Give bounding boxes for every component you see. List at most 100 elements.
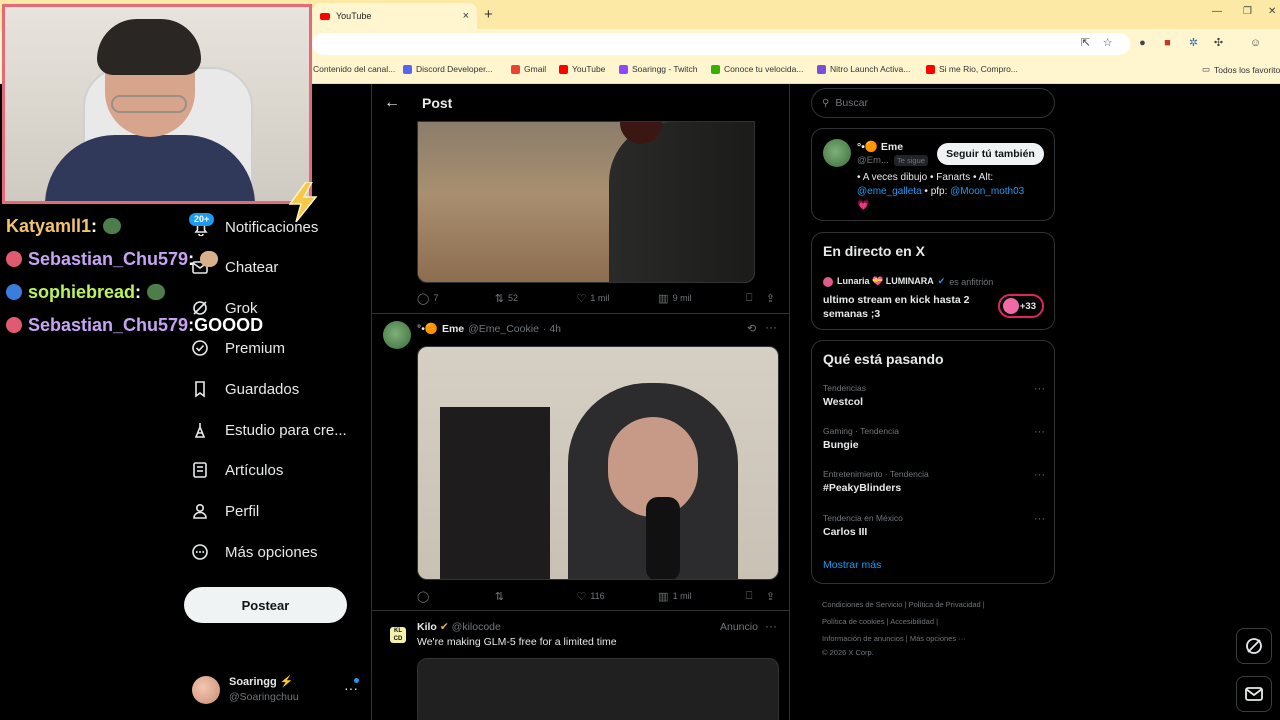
close-window-icon[interactable]: ✕	[1268, 6, 1276, 17]
grok-icon[interactable]: ⟲	[747, 322, 756, 335]
reply-button[interactable]: ◯	[417, 590, 495, 603]
puzzle-icon[interactable]: ✣	[1212, 37, 1225, 50]
like-button[interactable]: ♡ 116	[576, 590, 658, 603]
tab-close-button[interactable]: ×	[463, 10, 469, 22]
bookmark-button[interactable]: ⎕	[746, 292, 766, 305]
install-app-icon[interactable]: ⇱	[1079, 37, 1092, 50]
search-placeholder: Buscar	[835, 97, 869, 109]
author-name[interactable]: Eme	[442, 323, 464, 335]
new-tab-button[interactable]: +	[484, 6, 493, 23]
trend-item[interactable]: Tendencias Westcol ···	[823, 383, 1045, 408]
retweet-button[interactable]: ⇅	[495, 590, 577, 603]
chat-emote-icon	[147, 284, 166, 300]
bookmark-label: Gmail	[524, 64, 547, 74]
ad-media[interactable]	[417, 658, 779, 720]
bookmark-button[interactable]: ⎕	[746, 590, 766, 603]
profile-handle[interactable]: @Em...	[857, 155, 889, 166]
browser-tab-youtube[interactable]: YouTube ×	[312, 3, 477, 29]
nav-item-estudio-para-cre[interactable]: Estudio para cre...	[190, 416, 347, 444]
bookmark-icon: ⎕	[745, 291, 753, 304]
tweet-time[interactable]: · 4h	[543, 323, 561, 335]
share-icon: ⇪	[765, 292, 776, 305]
live-card[interactable]: En directo en X Lunaria 💝 LUMINARA ✔ es …	[811, 232, 1055, 330]
chat-username: sophiebread	[28, 281, 136, 302]
nav-item-guardados[interactable]: Guardados	[190, 375, 299, 403]
bio-link[interactable]: @Moon_moth03	[950, 186, 1024, 197]
bookmark-item[interactable]: Discord Developer...	[403, 64, 493, 74]
tweet-media-video[interactable]	[417, 121, 755, 283]
messages-button[interactable]	[1236, 676, 1272, 712]
retweet-button[interactable]: ⇅ 52	[495, 292, 577, 305]
bio-link[interactable]: @eme_galleta	[857, 186, 922, 197]
footer-links[interactable]: Política de cookies | Accesibilidad |	[822, 617, 1042, 626]
footer-links[interactable]: Condiciones de Servicio | Política de Pr…	[822, 600, 1042, 609]
avatar[interactable]	[823, 139, 851, 167]
profile-avatar-icon[interactable]: ☺	[1249, 37, 1262, 50]
trend-category: Gaming · Tendencia	[823, 426, 899, 436]
share-button[interactable]: ⇪	[766, 590, 779, 603]
trend-item[interactable]: Tendencia en México Carlos III ···	[823, 513, 1045, 538]
nav-item-más-opciones[interactable]: Más opciones	[190, 538, 318, 566]
share-button[interactable]: ⇪	[766, 292, 779, 305]
account-handle: @Soaringchuu	[229, 691, 299, 703]
restore-icon[interactable]: ❐	[1243, 6, 1252, 17]
bookmark-item[interactable]: Nitro Launch Activa...	[817, 64, 910, 74]
advertiser-name[interactable]: Kilo	[417, 621, 437, 633]
nav-item-artículos[interactable]: Artículos	[190, 456, 283, 484]
nav-item-perfil[interactable]: Perfil	[190, 497, 259, 525]
avatar[interactable]	[383, 321, 411, 349]
more-icon[interactable]: ···	[765, 320, 777, 334]
chat-username: Sebastian_Chu579	[28, 248, 189, 269]
extension-icon[interactable]: ●	[1136, 37, 1149, 50]
grok-button[interactable]	[1236, 628, 1272, 664]
more-icon[interactable]: ···	[1034, 383, 1045, 395]
chat-text: GOOOD	[194, 314, 264, 335]
advertiser-logo[interactable]: KL CD	[390, 627, 406, 643]
bookmark-item[interactable]: YouTube	[559, 64, 605, 74]
reply-button[interactable]: ◯ 7	[417, 292, 495, 305]
profile-name[interactable]: °•🟠 Eme	[857, 140, 903, 153]
trend-item[interactable]: Gaming · Tendencia Bungie ···	[823, 426, 1045, 451]
more-circle-icon	[190, 542, 210, 562]
advertiser-handle[interactable]: @kilocode	[452, 621, 501, 633]
more-icon[interactable]: ···	[1034, 513, 1045, 525]
footer-links[interactable]: © 2026 X Corp.	[822, 648, 1042, 657]
bookmarks-folder[interactable]: ▭ Todos los favoritos	[1202, 64, 1280, 75]
bookmark-item[interactable]: Conoce tu velocida...	[711, 64, 803, 74]
extension-blue-icon[interactable]: ✲	[1187, 37, 1200, 50]
chat-message: sophiebread :	[6, 279, 166, 305]
show-more-link[interactable]: Mostrar más	[823, 559, 881, 571]
nav-item-label: Más opciones	[225, 543, 318, 561]
views-button[interactable]: ▥ 1 mil	[658, 590, 746, 603]
bookmark-item[interactable]: Contenido del canal...	[300, 64, 395, 74]
more-icon[interactable]: ···	[1034, 469, 1045, 481]
minimize-icon[interactable]: —	[1212, 6, 1222, 17]
bookmark-item[interactable]: Si me Rio, Compro...	[926, 64, 1018, 74]
like-count: 116	[590, 591, 605, 601]
trends-card: Qué está pasando Tendencias Westcol ··· Gam…	[811, 340, 1055, 584]
post-button[interactable]: Postear	[184, 587, 347, 623]
verified-icon: ✔	[937, 276, 946, 286]
author-handle[interactable]: @Eme_Cookie	[468, 323, 539, 335]
bookmark-item[interactable]: Gmail	[511, 64, 546, 74]
chat-separator: :	[135, 281, 142, 302]
address-bar[interactable]	[312, 33, 1130, 55]
verified-icon	[190, 338, 210, 358]
follow-back-button[interactable]: Seguir tú también	[937, 143, 1044, 165]
footer-links[interactable]: Información de anuncios | Más opciones ·…	[822, 634, 1042, 643]
account-name: Soaringg ⚡	[229, 676, 294, 688]
nav-item-premium[interactable]: Premium	[190, 334, 285, 362]
views-button[interactable]: ▥ 9 mil	[658, 292, 746, 305]
back-arrow-icon[interactable]: ←	[384, 94, 400, 112]
extension-red-icon[interactable]: ■	[1161, 37, 1174, 50]
search-input[interactable]: ⚲ Buscar	[811, 88, 1055, 118]
more-icon[interactable]: ···	[1034, 426, 1045, 438]
trend-item[interactable]: Entretenimiento · Tendencia #PeakyBlinder…	[823, 469, 1045, 494]
like-button[interactable]: ♡ 1 mil	[576, 292, 658, 305]
account-switcher[interactable]: Soaringg ⚡ @Soaringchuu ···	[192, 674, 362, 708]
bookmark-star-icon[interactable]: ☆	[1101, 37, 1114, 50]
bookmark-item[interactable]: Soaringg - Twitch	[619, 64, 698, 74]
more-icon[interactable]: ···	[765, 619, 777, 633]
tweet-media-video[interactable]	[417, 346, 779, 580]
profile-bio: • A veces dibujo • Fanarts • Alt: @eme_g…	[857, 171, 1047, 213]
